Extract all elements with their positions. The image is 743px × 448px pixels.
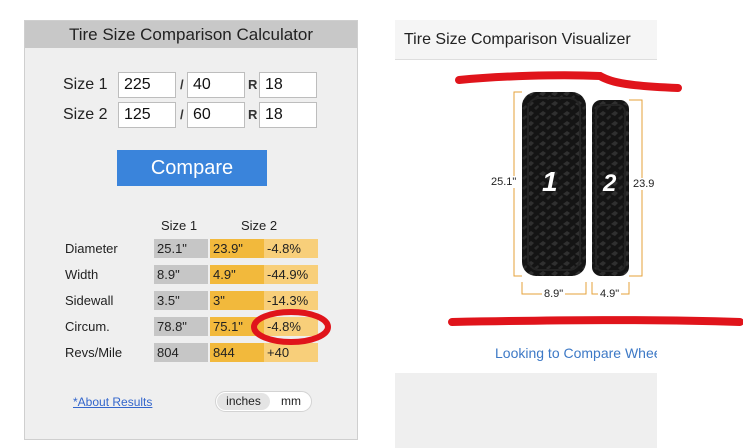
size1-rim-prefix: R xyxy=(248,77,258,92)
column-header-size2: Size 2 xyxy=(241,218,278,233)
size1-value: 804 xyxy=(154,343,208,362)
result-row-revs-per-mile: Revs/Mile 804 844 +40 xyxy=(25,343,357,362)
row-label: Sidewall xyxy=(65,293,114,308)
result-row-width: Width 8.9" 4.9" -44.9% xyxy=(25,265,357,284)
compare-wheels-link[interactable]: Looking to Compare Whee xyxy=(495,345,657,361)
size1-value: 8.9" xyxy=(154,265,208,284)
size1-value: 3.5" xyxy=(154,291,208,310)
difference-value: -4.8% xyxy=(264,317,318,336)
size2-value: 4.9" xyxy=(210,265,264,284)
tire-1-width-label: 8.9" xyxy=(542,288,566,300)
unit-inches-option[interactable]: inches xyxy=(217,393,270,410)
result-row-circumference: Circum. 78.8" 75.1" -4.8% xyxy=(25,317,357,336)
size1-rim-input[interactable]: 18 xyxy=(259,72,317,98)
size2-rim-input[interactable]: 18 xyxy=(259,102,317,128)
row-label: Revs/Mile xyxy=(65,345,123,360)
tire-2-diameter-label: 23.9 xyxy=(633,178,655,190)
size2-value: 3" xyxy=(210,291,264,310)
calculator-panel: Tire Size Comparison Calculator Size 1 2… xyxy=(24,20,358,440)
size2-aspect-input[interactable]: 60 xyxy=(187,102,245,128)
size2-slash: / xyxy=(180,107,184,122)
difference-value: -44.9% xyxy=(264,265,318,284)
difference-value: -14.3% xyxy=(264,291,318,310)
tire-1-diameter-label: 25.1" xyxy=(491,176,517,188)
row-label: Circum. xyxy=(65,319,110,334)
unit-toggle[interactable]: inches mm xyxy=(215,391,312,412)
size2-value: 23.9" xyxy=(210,239,264,258)
size2-width-input[interactable]: 125 xyxy=(118,102,176,128)
visualizer-title: Tire Size Comparison Visualizer xyxy=(395,20,657,60)
size1-aspect-input[interactable]: 40 xyxy=(187,72,245,98)
size2-rim-prefix: R xyxy=(248,107,258,122)
calculator-title: Tire Size Comparison Calculator xyxy=(25,21,357,48)
visualizer-panel: Tire Size Comparison Visualizer 1 2 25.1… xyxy=(395,20,657,448)
size2-label: Size 2 xyxy=(63,106,108,123)
tire-visual-area: 1 2 25.1" 23.9 8.9" 4.9" xyxy=(395,60,657,373)
tire-1-number: 1 xyxy=(542,166,558,197)
size1-label: Size 1 xyxy=(63,76,108,93)
size1-slash: / xyxy=(180,77,184,92)
result-row-diameter: Diameter 25.1" 23.9" -4.8% xyxy=(25,239,357,258)
difference-value: +40 xyxy=(264,343,318,362)
compare-button[interactable]: Compare xyxy=(117,150,267,186)
tire-drawing xyxy=(513,91,643,295)
difference-value: -4.8% xyxy=(264,239,318,258)
size1-value: 78.8" xyxy=(154,317,208,336)
tire-2-number: 2 xyxy=(603,170,617,197)
size1-value: 25.1" xyxy=(154,239,208,258)
unit-mm-option[interactable]: mm xyxy=(274,393,308,410)
tire-2-width-label: 4.9" xyxy=(598,288,622,300)
result-row-sidewall: Sidewall 3.5" 3" -14.3% xyxy=(25,291,357,310)
size2-value: 75.1" xyxy=(210,317,264,336)
size2-value: 844 xyxy=(210,343,264,362)
row-label: Width xyxy=(65,267,99,282)
column-header-size1: Size 1 xyxy=(161,218,198,233)
row-label: Diameter xyxy=(65,241,118,256)
size1-width-input[interactable]: 225 xyxy=(118,72,176,98)
about-results-link[interactable]: *About Results xyxy=(73,395,152,409)
